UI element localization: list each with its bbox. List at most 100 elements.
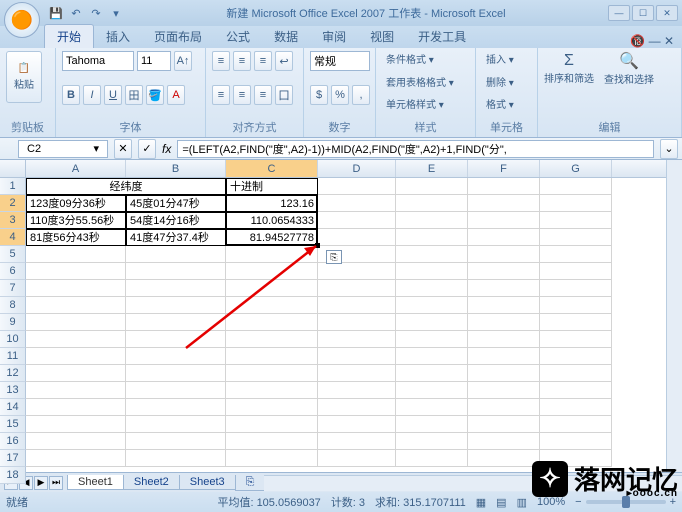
cell[interactable] <box>126 365 226 382</box>
cell[interactable] <box>226 263 318 280</box>
currency-icon[interactable]: $ <box>310 85 328 105</box>
border-button[interactable]: 田 <box>125 85 143 105</box>
cell[interactable]: 123度09分36秒 <box>26 195 126 212</box>
row-header[interactable]: 3 <box>0 212 26 229</box>
cell[interactable]: 41度47分37.4秒 <box>126 229 226 246</box>
autofill-options-icon[interactable]: ⎘ <box>326 250 342 264</box>
cell[interactable] <box>396 399 468 416</box>
cell[interactable] <box>468 178 540 195</box>
cell[interactable] <box>126 416 226 433</box>
cell[interactable] <box>468 229 540 246</box>
tab-home[interactable]: 开始 <box>44 24 94 48</box>
cell[interactable] <box>318 382 396 399</box>
cell[interactable] <box>540 229 612 246</box>
cell[interactable] <box>318 331 396 348</box>
cell[interactable] <box>226 399 318 416</box>
cell[interactable] <box>468 399 540 416</box>
cell[interactable] <box>226 331 318 348</box>
align-center-icon[interactable]: ≡ <box>233 85 251 105</box>
cell[interactable] <box>318 399 396 416</box>
cell[interactable]: 81.94527778 <box>226 229 318 246</box>
maximize-button[interactable]: ☐ <box>632 5 654 21</box>
row-header[interactable]: 14 <box>0 399 26 416</box>
cell[interactable] <box>468 450 540 467</box>
fill-color-button[interactable]: 🪣 <box>146 85 164 105</box>
row-header[interactable]: 15 <box>0 416 26 433</box>
col-header-d[interactable]: D <box>318 160 396 177</box>
cell[interactable] <box>396 263 468 280</box>
cell[interactable] <box>318 314 396 331</box>
cell[interactable] <box>26 331 126 348</box>
font-color-button[interactable]: A <box>167 85 185 105</box>
cell[interactable] <box>396 433 468 450</box>
cell[interactable]: 110度3分55.56秒 <box>26 212 126 229</box>
cell[interactable] <box>540 416 612 433</box>
cell[interactable] <box>396 382 468 399</box>
row-header[interactable]: 8 <box>0 297 26 314</box>
cell[interactable] <box>126 314 226 331</box>
col-header-g[interactable]: G <box>540 160 612 177</box>
cell[interactable] <box>468 314 540 331</box>
cell[interactable] <box>26 280 126 297</box>
cell[interactable] <box>468 382 540 399</box>
cell[interactable] <box>540 314 612 331</box>
cell[interactable] <box>318 263 396 280</box>
cell[interactable] <box>226 433 318 450</box>
tab-view[interactable]: 视图 <box>358 25 406 48</box>
cell[interactable] <box>540 263 612 280</box>
cell[interactable] <box>540 433 612 450</box>
cell[interactable] <box>318 450 396 467</box>
bold-button[interactable]: B <box>62 85 80 105</box>
fill-handle[interactable] <box>315 243 320 248</box>
row-header[interactable]: 9 <box>0 314 26 331</box>
cell[interactable] <box>396 348 468 365</box>
cell[interactable] <box>26 314 126 331</box>
cell[interactable]: 45度01分47秒 <box>126 195 226 212</box>
align-bot-icon[interactable]: ≡ <box>254 51 272 71</box>
expand-formula-icon[interactable]: ⌄ <box>660 139 678 159</box>
office-button[interactable]: 🟠 <box>4 2 40 38</box>
align-left-icon[interactable]: ≡ <box>212 85 230 105</box>
row-header[interactable]: 4 <box>0 229 26 246</box>
tab-insert[interactable]: 插入 <box>94 25 142 48</box>
col-header-e[interactable]: E <box>396 160 468 177</box>
cell[interactable] <box>126 399 226 416</box>
wrap-text-icon[interactable]: ↩ <box>275 51 293 71</box>
cell[interactable] <box>540 178 612 195</box>
select-all-corner[interactable] <box>0 160 26 177</box>
cell[interactable] <box>226 246 318 263</box>
tab-review[interactable]: 审阅 <box>310 25 358 48</box>
cell[interactable] <box>226 280 318 297</box>
row-header[interactable]: 7 <box>0 280 26 297</box>
cell[interactable] <box>226 382 318 399</box>
row-header[interactable]: 13 <box>0 382 26 399</box>
cell[interactable] <box>226 450 318 467</box>
cell[interactable] <box>396 365 468 382</box>
delete-cells-button[interactable]: 删除 ▾ <box>482 74 531 89</box>
cell[interactable]: 110.0654333 <box>226 212 318 229</box>
name-box[interactable]: C2▾ <box>18 140 108 158</box>
cell[interactable] <box>226 416 318 433</box>
cell[interactable] <box>540 331 612 348</box>
cell[interactable] <box>318 297 396 314</box>
formula-input[interactable]: =(LEFT(A2,FIND("度",A2)-1))+MID(A2,FIND("… <box>177 140 654 158</box>
cell[interactable]: 54度14分16秒 <box>126 212 226 229</box>
col-header-f[interactable]: F <box>468 160 540 177</box>
align-top-icon[interactable]: ≡ <box>212 51 230 71</box>
cell[interactable] <box>396 297 468 314</box>
cell[interactable] <box>468 433 540 450</box>
format-cells-button[interactable]: 格式 ▾ <box>482 96 531 111</box>
cell[interactable] <box>396 178 468 195</box>
qat-more-icon[interactable]: ▾ <box>108 5 124 21</box>
cell[interactable] <box>468 331 540 348</box>
cell[interactable] <box>540 246 612 263</box>
find-select-button[interactable]: 查找和选择 <box>604 71 654 86</box>
font-name-select[interactable] <box>62 51 134 71</box>
cell[interactable] <box>226 314 318 331</box>
cell[interactable] <box>226 348 318 365</box>
cell[interactable] <box>126 348 226 365</box>
minimize-button[interactable]: — <box>608 5 630 21</box>
ribbon-help-icon[interactable]: 🔞 — ✕ <box>622 34 682 48</box>
cell[interactable] <box>318 365 396 382</box>
cell[interactable]: 123.16 <box>226 195 318 212</box>
